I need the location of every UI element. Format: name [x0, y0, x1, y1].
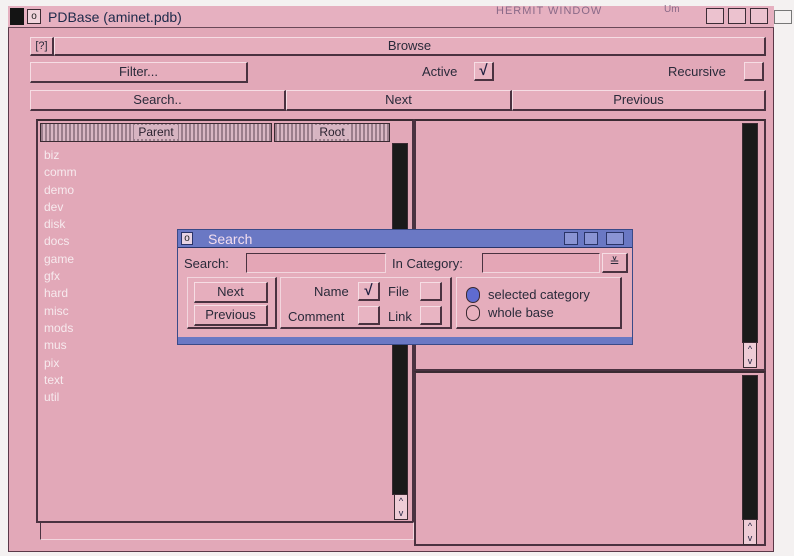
comment-label: Comment: [288, 309, 345, 324]
search-button[interactable]: Search..: [30, 90, 286, 111]
list-item[interactable]: pix: [44, 355, 374, 372]
recursive-label: Recursive: [668, 64, 726, 79]
list-item[interactable]: text: [44, 372, 374, 389]
window-title: PDBase (aminet.pdb): [48, 9, 182, 25]
in-category-label: In Category:: [392, 256, 463, 271]
recursive-checkbox[interactable]: [744, 62, 764, 81]
search-dialog-footer: [178, 337, 632, 344]
name-checkbox[interactable]: √: [358, 282, 380, 301]
entry-list-scrollbar[interactable]: [742, 123, 758, 343]
radio-selected-category-label: selected category: [488, 287, 590, 302]
root-button-label: Root: [315, 125, 349, 139]
comment-checkbox[interactable]: [358, 306, 380, 325]
list-item[interactable]: biz: [44, 147, 374, 164]
entry-info-panel: [414, 371, 766, 546]
next-button[interactable]: Next: [286, 90, 512, 111]
search-depth-icon[interactable]: [606, 232, 624, 245]
category-popup-button[interactable]: ≚: [602, 253, 628, 273]
entry-info-scrollbar[interactable]: [742, 375, 758, 520]
list-item[interactable]: comm: [44, 164, 374, 181]
active-checkbox[interactable]: √: [474, 62, 494, 81]
overlay-extra-text: Um: [664, 4, 680, 15]
search-next-button[interactable]: Next: [194, 282, 268, 303]
name-label: Name: [314, 284, 349, 299]
file-checkbox[interactable]: [420, 282, 442, 301]
window-depth-icon[interactable]: o: [27, 9, 41, 24]
filter-button[interactable]: Filter...: [30, 62, 248, 83]
link-label: Link: [388, 309, 412, 324]
browse-cycle-button[interactable]: Browse: [54, 37, 766, 56]
search-close-gadget[interactable]: o: [181, 232, 193, 245]
search-input[interactable]: [246, 253, 386, 273]
browse-mode-icon[interactable]: [?]: [30, 37, 54, 56]
depth-arrange-icon[interactable]: [750, 8, 768, 24]
path-field[interactable]: [40, 522, 414, 540]
window-close-gadget[interactable]: [10, 8, 24, 25]
parent-button[interactable]: Parent: [40, 123, 272, 142]
list-item[interactable]: dev: [44, 199, 374, 216]
file-label: File: [388, 284, 409, 299]
category-field[interactable]: [482, 253, 600, 273]
search-previous-button[interactable]: Previous: [194, 305, 268, 326]
zoom-icon[interactable]: [706, 8, 724, 24]
category-list-scroll-arrows[interactable]: ^ v: [394, 494, 408, 520]
list-item[interactable]: demo: [44, 182, 374, 199]
radio-whole-base-label: whole base: [488, 305, 554, 320]
radio-selected-category[interactable]: [466, 287, 480, 303]
search-zoom-icon[interactable]: [564, 232, 578, 245]
previous-button[interactable]: Previous: [512, 90, 766, 111]
search-iconify-icon[interactable]: [584, 232, 598, 245]
outer-depth-icon[interactable]: [774, 10, 792, 24]
parent-button-label: Parent: [134, 125, 178, 139]
search-dialog-title: Search: [208, 231, 253, 247]
search-text-label: Search:: [184, 256, 229, 271]
root-button[interactable]: Root: [274, 123, 390, 142]
radio-whole-base[interactable]: [466, 305, 480, 321]
list-item[interactable]: util: [44, 389, 374, 406]
entry-list-scroll-arrows[interactable]: ^ v: [743, 342, 757, 368]
iconify-icon[interactable]: [728, 8, 746, 24]
entry-info-scroll-arrows[interactable]: ^ v: [743, 519, 757, 545]
link-checkbox[interactable]: [420, 306, 442, 325]
active-label: Active: [422, 64, 458, 79]
